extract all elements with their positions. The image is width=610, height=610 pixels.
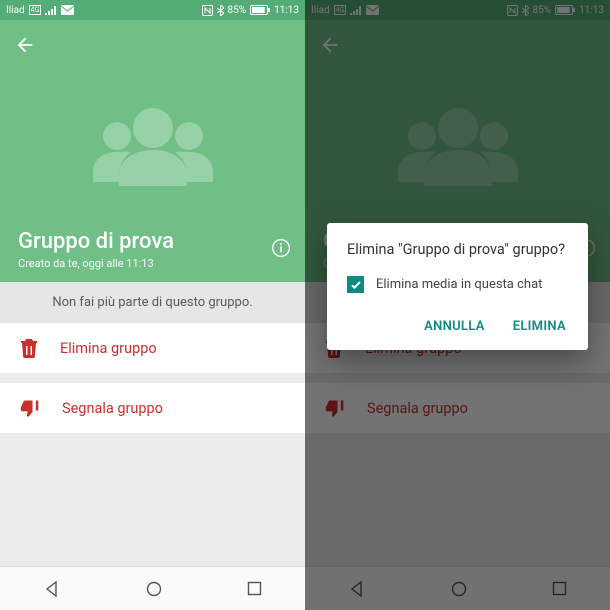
confirm-delete-button[interactable]: ELIMINA (511, 313, 568, 340)
screenshot-right: Iliad 4G 85% 11:13 (305, 0, 610, 610)
nav-home-icon[interactable] (146, 581, 162, 597)
report-group-row[interactable]: Segnala gruppo (0, 383, 305, 433)
delete-group-row[interactable]: Elimina gruppo (0, 323, 305, 373)
status-bar: Iliad 4G 85% 11:13 (0, 0, 305, 20)
signal-icon (45, 5, 57, 15)
delete-confirm-dialog: Elimina "Gruppo di prova" gruppo? Elimin… (327, 223, 588, 350)
checkbox-label: Elimina media in questa chat (376, 277, 542, 292)
arrow-left-icon (14, 34, 36, 56)
delete-group-label: Elimina gruppo (60, 340, 157, 357)
group-avatar-icon (83, 100, 223, 200)
group-title: Gruppo di prova (18, 229, 263, 254)
envelope-icon (61, 5, 74, 15)
android-navbar (0, 566, 305, 610)
info-icon (271, 238, 291, 258)
battery-icon (250, 5, 270, 15)
battery-pct: 85% (228, 5, 247, 16)
not-member-banner: Non fai più parte di questo gruppo. (0, 282, 305, 323)
group-subtitle: Creato da te, oggi alle 11:13 (18, 257, 263, 270)
cancel-button[interactable]: ANNULLA (422, 313, 487, 340)
nav-recent-icon[interactable] (247, 581, 262, 596)
bluetooth-icon (217, 5, 224, 16)
carrier-label: Iliad (6, 5, 25, 16)
report-group-label: Segnala gruppo (62, 400, 163, 417)
info-button[interactable] (271, 238, 291, 262)
dialog-title: Elimina "Gruppo di prova" gruppo? (347, 241, 568, 258)
clock-label: 11:13 (274, 5, 299, 16)
checkbox-checked-icon (347, 276, 364, 293)
group-header: Gruppo di prova Creato da te, oggi alle … (0, 20, 305, 282)
thumbs-down-icon (20, 398, 40, 418)
screenshot-left: Iliad 4G 85% 11:13 (0, 0, 305, 610)
delete-media-checkbox-row[interactable]: Elimina media in questa chat (347, 276, 568, 293)
trash-icon (20, 338, 38, 358)
back-button[interactable] (14, 34, 36, 60)
nav-back-icon[interactable] (43, 580, 61, 598)
nfc-icon (202, 5, 213, 16)
divider (0, 373, 305, 383)
network-badge: 4G (29, 5, 42, 15)
